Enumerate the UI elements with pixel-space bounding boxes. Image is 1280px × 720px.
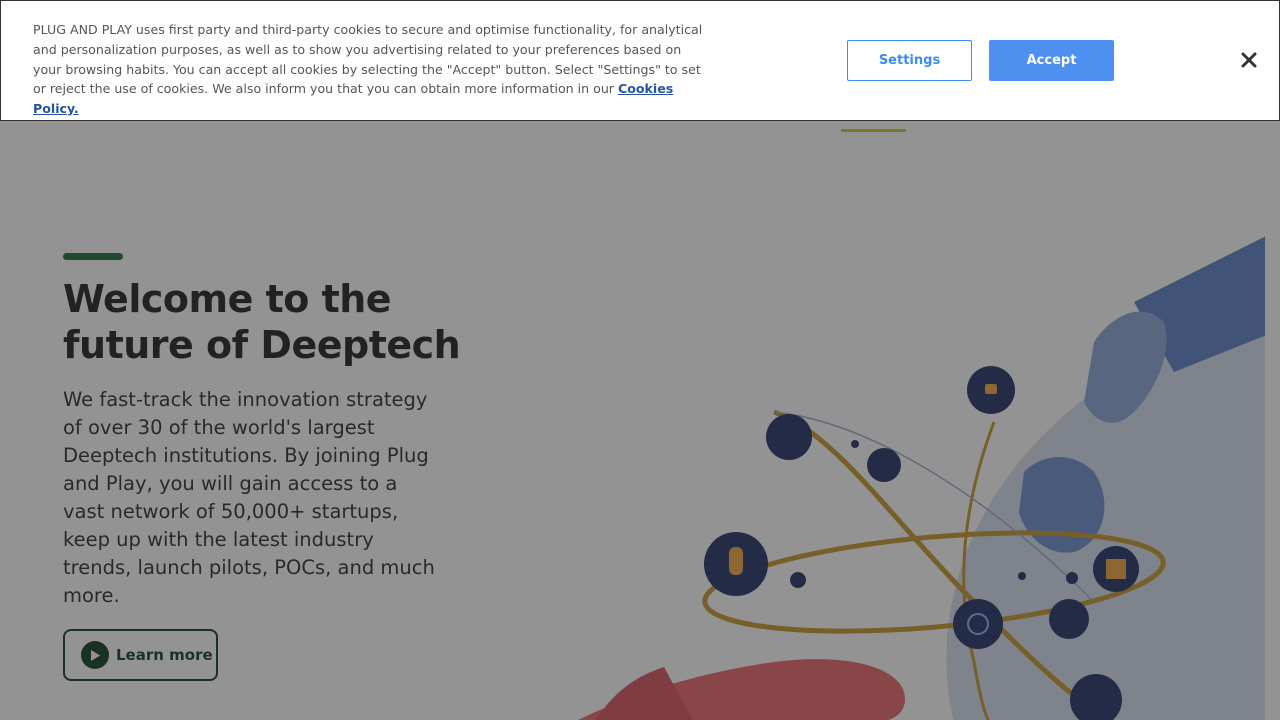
close-icon[interactable]	[1237, 48, 1261, 72]
cookie-message: PLUG AND PLAY uses first party and third…	[33, 22, 703, 97]
cookie-accept-button[interactable]: Accept	[989, 40, 1114, 81]
cookie-banner-text: PLUG AND PLAY uses first party and third…	[33, 20, 713, 119]
cookie-settings-button[interactable]: Settings	[847, 40, 972, 81]
cookie-banner: PLUG AND PLAY uses first party and third…	[0, 0, 1280, 121]
